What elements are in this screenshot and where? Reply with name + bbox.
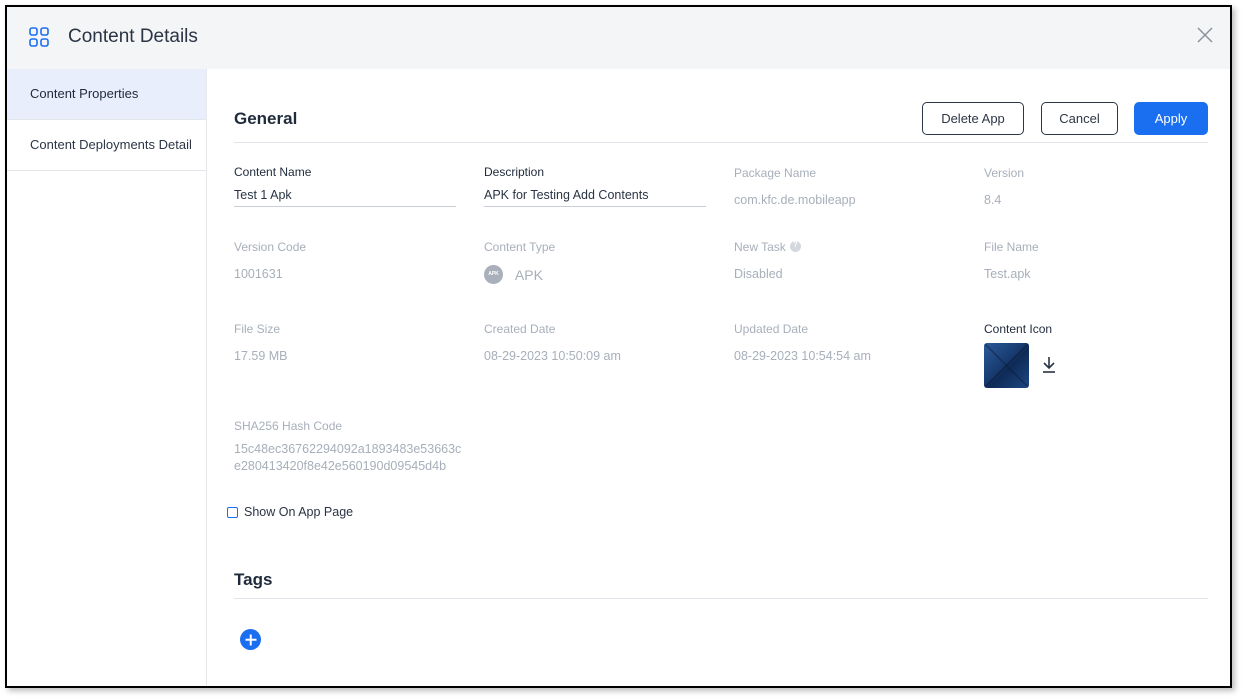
cancel-button[interactable]: Cancel: [1041, 102, 1118, 135]
content-type-field: Content Type APK APK: [484, 240, 706, 284]
content-type-label: Content Type: [484, 240, 556, 254]
content-icon-field: Content Icon: [984, 322, 1206, 336]
tags-divider: [234, 598, 1208, 599]
package-name-field: Package Name com.kfc.de.mobileapp: [734, 166, 956, 207]
package-name-value: com.kfc.de.mobileapp: [734, 193, 856, 207]
sha256-label: SHA256 Hash Code: [234, 419, 343, 433]
updated-date-value: 08-29-2023 10:54:54 am: [734, 349, 871, 363]
content-icon-image: [984, 343, 1029, 388]
package-name-label: Package Name: [734, 166, 817, 180]
tags-section-title: Tags: [234, 570, 273, 589]
version-value: 8.4: [984, 193, 1002, 207]
sha256-field: SHA256 Hash Code 15c48ec36762294092a1893…: [234, 419, 494, 475]
apply-button[interactable]: Apply: [1134, 102, 1208, 135]
sidebar-item-content-properties[interactable]: Content Properties: [7, 69, 206, 120]
updated-date-label: Updated Date: [734, 322, 809, 336]
sha256-value-line1: 15c48ec36762294092a1893483e53663c: [234, 442, 462, 456]
new-task-value: Disabled: [734, 267, 783, 281]
content-details-dialog: Content Details Content Properties Conte…: [5, 5, 1232, 688]
updated-date-field: Updated Date 08-29-2023 10:54:54 am: [734, 322, 956, 363]
created-date-label: Created Date: [484, 322, 556, 336]
file-name-value: Test.apk: [984, 267, 1031, 281]
general-section-title: General: [234, 109, 298, 128]
sidebar-item-content-deployments-detail[interactable]: Content Deployments Detail: [7, 120, 206, 171]
version-field: Version 8.4: [984, 166, 1206, 207]
description-input[interactable]: [484, 188, 706, 202]
content-name-input[interactable]: [234, 188, 456, 202]
content-type-value: APK: [514, 266, 543, 283]
file-size-value: 17.59 MB: [234, 349, 288, 363]
add-tag-button[interactable]: [240, 629, 261, 650]
download-icon[interactable]: [1041, 356, 1057, 374]
version-code-label: Version Code: [234, 240, 307, 254]
file-size-field: File Size 17.59 MB: [234, 322, 456, 363]
version-label: Version: [984, 166, 1025, 180]
delete-app-button[interactable]: Delete App: [922, 102, 1024, 135]
grid-icon: [29, 27, 49, 47]
sidebar: Content Properties Content Deployments D…: [7, 69, 207, 686]
description-field: Description: [484, 165, 706, 207]
general-divider: [234, 142, 1208, 143]
created-date-field: Created Date 08-29-2023 10:50:09 am: [484, 322, 706, 363]
version-code-field: Version Code 1001631: [234, 240, 456, 281]
apk-icon: APK: [484, 265, 503, 284]
file-name-field: File Name Test.apk: [984, 240, 1206, 281]
dialog-header: Content Details: [7, 7, 1230, 69]
description-label: Description: [484, 165, 545, 179]
dialog-title: Content Details: [68, 26, 198, 47]
show-on-app-page-checkbox[interactable]: [227, 507, 238, 518]
show-on-app-page-label[interactable]: Show On App Page: [244, 505, 353, 519]
content-name-label: Content Name: [234, 165, 312, 179]
description-underline: [484, 206, 706, 207]
created-date-value: 08-29-2023 10:50:09 am: [484, 349, 621, 363]
new-task-label: New Task: [734, 240, 786, 254]
version-code-value: 1001631: [234, 267, 283, 281]
sha256-value-line2: e280413420f8e42e560190d09545d4b: [234, 459, 447, 473]
content-name-field: Content Name: [234, 165, 456, 207]
new-task-field: New Task Disabled: [734, 240, 956, 281]
file-size-label: File Size: [234, 322, 281, 336]
content-name-underline: [234, 206, 456, 207]
file-name-label: File Name: [984, 240, 1039, 254]
help-icon[interactable]: [789, 240, 801, 252]
main-panel: General Delete App Cancel Apply Content …: [207, 69, 1230, 686]
close-icon[interactable]: [1194, 24, 1216, 46]
content-icon-label: Content Icon: [984, 322, 1053, 336]
